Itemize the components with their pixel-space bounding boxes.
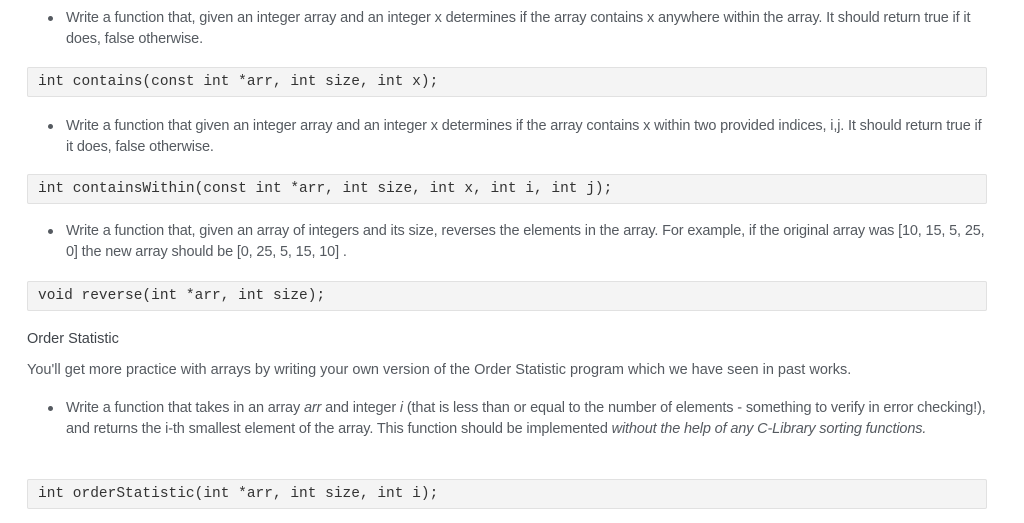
order-statistic-heading: Order Statistic [27,331,119,347]
no-library-emphasis: without the help of any C-Library sortin… [611,421,927,437]
order-statistic-code-block: int orderStatistic(int *arr, int size, i… [27,479,987,509]
reverse-description: Write a function that, given an array of… [27,221,987,263]
contains-within-description-text: Write a function that given an integer a… [66,118,982,155]
reverse-bullet-list: Write a function that, given an array of… [27,221,987,263]
order-statistic-bullet-list: Write a function that takes in an array … [27,398,987,440]
reverse-code-block: void reverse(int *arr, int size); [27,281,987,311]
contains-within-description: Write a function that given an integer a… [27,116,987,158]
contains-code-block: int contains(const int *arr, int size, i… [27,67,987,97]
contains-description: Write a function that, given an integer … [27,8,987,50]
bullet-icon [48,406,53,411]
reverse-description-text: Write a function that, given an array of… [66,223,985,260]
contains-bullet-list: Write a function that, given an integer … [27,8,987,50]
bullet-icon [48,229,53,234]
contains-within-code-block: int containsWithin(const int *arr, int s… [27,174,987,204]
order-statistic-text-1: Write a function that takes in an array [66,400,304,416]
contains-description-text: Write a function that, given an integer … [66,10,971,47]
order-statistic-text-2: and integer [321,400,400,416]
contains-within-bullet-list: Write a function that given an integer a… [27,116,987,158]
bullet-icon [48,16,53,21]
bullet-icon [48,124,53,129]
order-statistic-intro: You'll get more practice with arrays by … [27,362,852,378]
order-statistic-description: Write a function that takes in an array … [27,398,987,440]
arr-emphasis: arr [303,400,322,416]
